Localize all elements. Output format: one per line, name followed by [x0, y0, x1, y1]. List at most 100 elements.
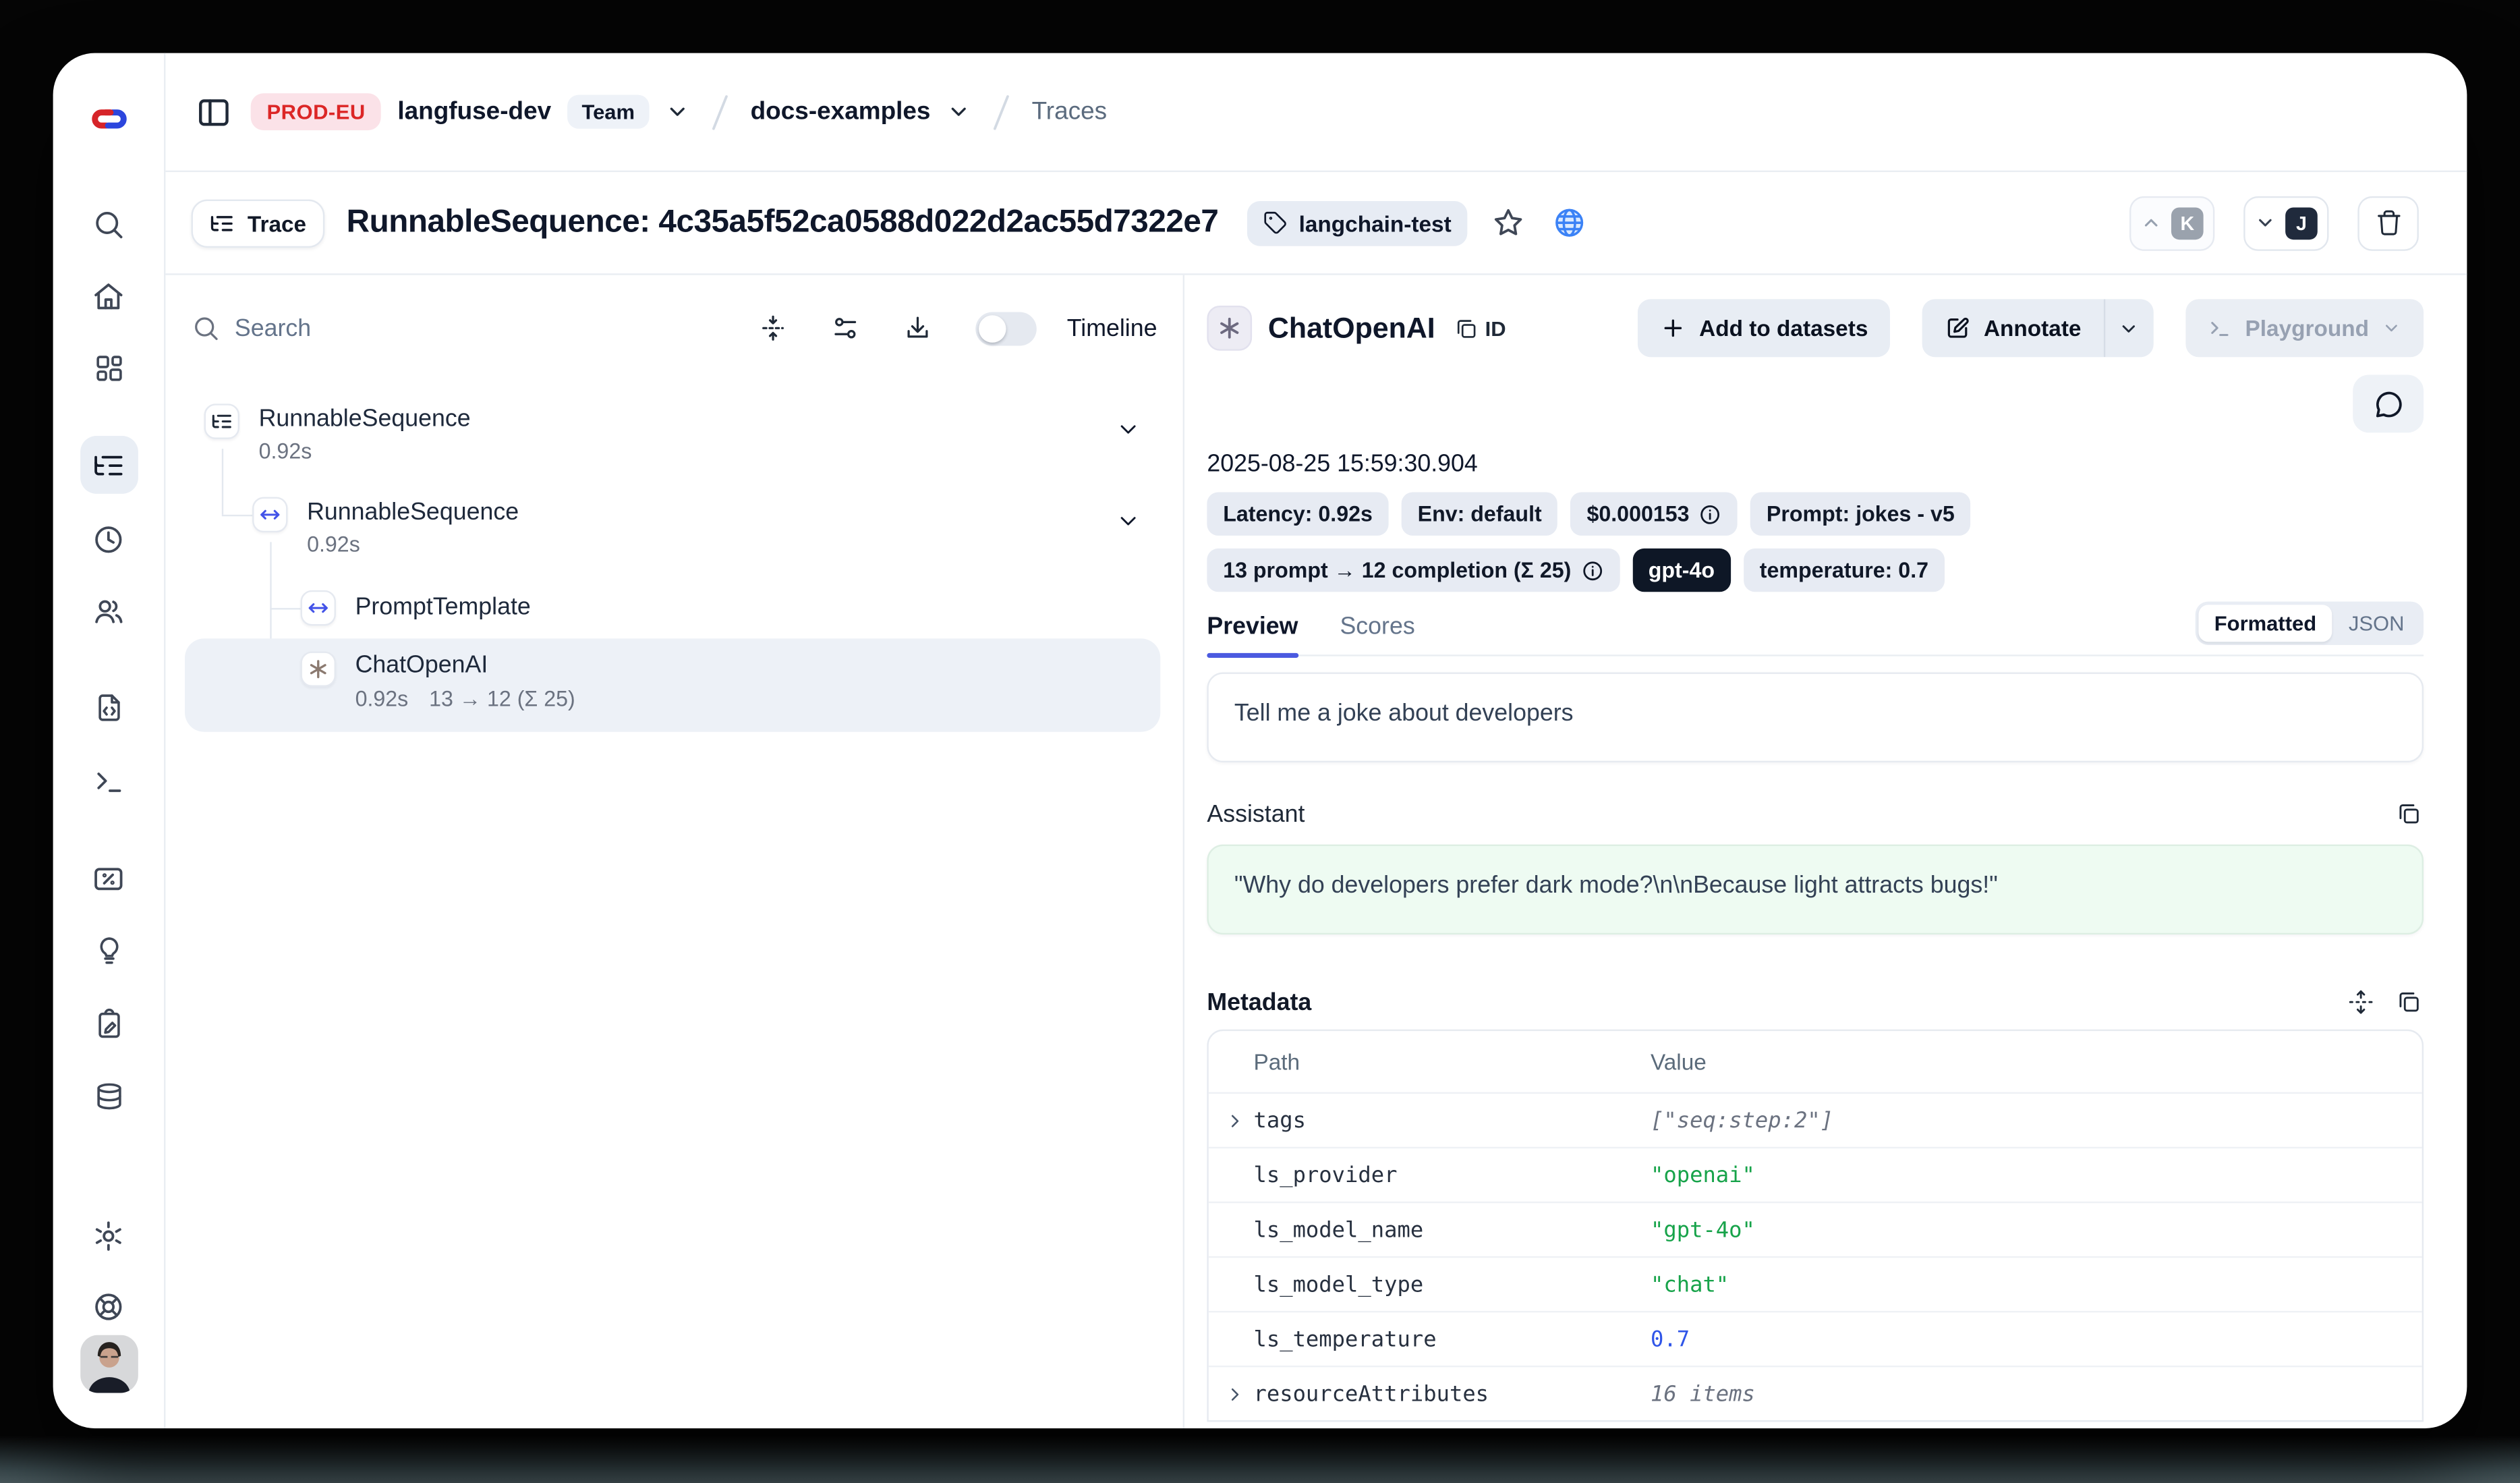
metadata-table-header: Path Value [1209, 1031, 2422, 1092]
langfuse-logo[interactable] [88, 101, 130, 136]
tree-search-input[interactable] [235, 314, 718, 342]
latency-badge: Latency: 0.92s [1207, 492, 1388, 535]
collapse-all-button[interactable] [755, 310, 791, 345]
trace-tree-icon [210, 410, 233, 432]
tree-connector [222, 515, 252, 516]
sidebar-item-settings[interactable] [80, 1206, 138, 1264]
sidebar-item-home[interactable] [80, 267, 138, 325]
tab-preview[interactable]: Preview [1207, 613, 1298, 640]
observation-timestamp: 2025-08-25 15:59:30.904 [1207, 451, 2424, 478]
trace-tag-label: langchain-test [1299, 210, 1452, 235]
chevron-right-icon[interactable] [1225, 1383, 1246, 1404]
chevron-down-icon [2382, 318, 2401, 338]
bookmark-star-button[interactable] [1489, 202, 1529, 243]
tree-node-name[interactable]: RunnableSequence [307, 499, 519, 526]
copy-icon [1454, 316, 1479, 340]
gear-icon [92, 1219, 125, 1252]
sidebar-item-sessions[interactable] [80, 510, 138, 568]
delete-trace-button[interactable] [2357, 196, 2419, 250]
public-share-button[interactable] [1549, 202, 1590, 243]
metadata-header: Metadata [1207, 988, 2424, 1017]
view-formatted[interactable]: Formatted [2198, 605, 2332, 642]
sidebar-item-users[interactable] [80, 582, 138, 640]
download-button[interactable] [900, 310, 935, 345]
lightbulb-icon [92, 934, 125, 967]
view-mode-toggle: Formatted JSON [2195, 602, 2424, 645]
org-name[interactable]: langfuse-dev [397, 97, 551, 126]
metadata-row[interactable]: tags ["seq:step:2"] [1209, 1092, 2422, 1147]
user-avatar[interactable] [80, 1335, 138, 1393]
timeline-label: Timeline [1067, 314, 1157, 342]
view-json[interactable]: JSON [2332, 605, 2420, 642]
add-to-datasets-button[interactable]: Add to datasets [1638, 299, 1891, 357]
arrow-left-right-icon [259, 503, 281, 526]
keycap-k: K [2171, 206, 2204, 239]
playground-button[interactable]: Playground [2185, 299, 2424, 357]
assistant-label: Assistant [1207, 800, 1305, 828]
detail-tabs: Preview Scores Formatted JSON [1207, 613, 2424, 656]
plus-icon [1661, 315, 1686, 341]
trace-type-label: Trace [248, 210, 306, 235]
sidebar-item-prompts[interactable] [80, 679, 138, 737]
chain-node-icon [252, 497, 287, 532]
sidebar-item-evaluation[interactable] [80, 922, 138, 980]
breadcrumb-section[interactable]: Traces [1032, 97, 1108, 126]
sidebar-item-playground[interactable] [80, 751, 138, 809]
prompt-badge[interactable]: Prompt: jokes - v5 [1750, 492, 1970, 535]
tree-node-name[interactable]: PromptTemplate [355, 594, 531, 621]
annotate-dropdown-button[interactable] [2105, 299, 2153, 357]
trash-icon [2374, 209, 2402, 237]
org-switcher-chevron-icon[interactable] [665, 100, 689, 124]
user-message-card: Tell me a joke about developers [1207, 672, 2424, 762]
sidebar-item-search[interactable] [80, 194, 138, 252]
app-window: PROD-EU langfuse-dev Team docs-examples … [53, 53, 2467, 1428]
tree-connector [270, 608, 300, 609]
openai-icon-badge [1207, 306, 1252, 351]
environment-badge[interactable]: PROD-EU [251, 93, 382, 130]
model-badge[interactable]: gpt-4o [1632, 549, 1731, 592]
pencil-square-icon [1945, 315, 1971, 341]
sidebar-item-annotation-queues[interactable] [80, 996, 138, 1054]
expand-metadata-button[interactable] [2347, 988, 2376, 1017]
token-usage-badge[interactable]: 13 prompt → 12 completion (Σ 25) [1207, 549, 1619, 592]
arrow-left-right-icon [307, 596, 329, 619]
tree-settings-button[interactable] [828, 310, 863, 345]
trace-tag-chip[interactable]: langchain-test [1247, 200, 1467, 246]
user-message-text: Tell me a joke about developers [1234, 700, 1574, 727]
sidebar-item-scores[interactable] [80, 849, 138, 907]
timeline-toggle[interactable] [975, 311, 1037, 345]
next-observation-button[interactable]: J [2243, 196, 2328, 250]
metadata-key: ls_provider [1253, 1162, 1651, 1187]
sidebar-item-datasets[interactable] [80, 1068, 138, 1126]
sidebar [53, 53, 166, 1428]
project-name[interactable]: docs-examples [751, 97, 931, 126]
message-bubble-icon [2373, 389, 2403, 419]
toggle-knob [979, 314, 1006, 342]
tab-scores[interactable]: Scores [1340, 613, 1414, 640]
sidebar-item-support[interactable] [80, 1277, 138, 1335]
tree-node-name[interactable]: ChatOpenAI [355, 651, 488, 679]
terminal-icon [2208, 316, 2233, 340]
chevron-down-icon[interactable] [1116, 508, 1141, 534]
tree-node-duration: 0.92s [307, 532, 360, 557]
cost-badge[interactable]: $0.000153 [1571, 492, 1738, 535]
copy-id-button[interactable]: ID [1454, 316, 1506, 340]
copy-output-button[interactable] [2395, 800, 2424, 829]
prev-observation-button[interactable]: K [2129, 196, 2214, 250]
toggle-sidebar-button[interactable] [193, 91, 235, 133]
chevron-down-icon[interactable] [1116, 416, 1141, 442]
copy-metadata-button[interactable] [2395, 988, 2424, 1017]
annotate-button[interactable]: Annotate [1922, 299, 2103, 357]
metadata-title: Metadata [1207, 988, 1311, 1016]
comments-button[interactable] [2353, 374, 2424, 432]
chevron-right-icon[interactable] [1225, 1110, 1246, 1131]
selected-row-highlight [185, 638, 1160, 731]
project-switcher-chevron-icon[interactable] [946, 100, 971, 124]
metadata-row[interactable]: resourceAttributes 16 items [1209, 1366, 2422, 1420]
sidebar-item-dashboards[interactable] [80, 339, 138, 397]
metadata-key: ls_model_type [1253, 1272, 1651, 1297]
sidebar-item-tracing[interactable] [80, 436, 138, 494]
metadata-row: ls_model_name "gpt-4o" [1209, 1202, 2422, 1256]
tree-node-name[interactable]: RunnableSequence [259, 405, 471, 433]
assistant-message-text: "Why do developers prefer dark mode?\n\n… [1234, 872, 1998, 899]
